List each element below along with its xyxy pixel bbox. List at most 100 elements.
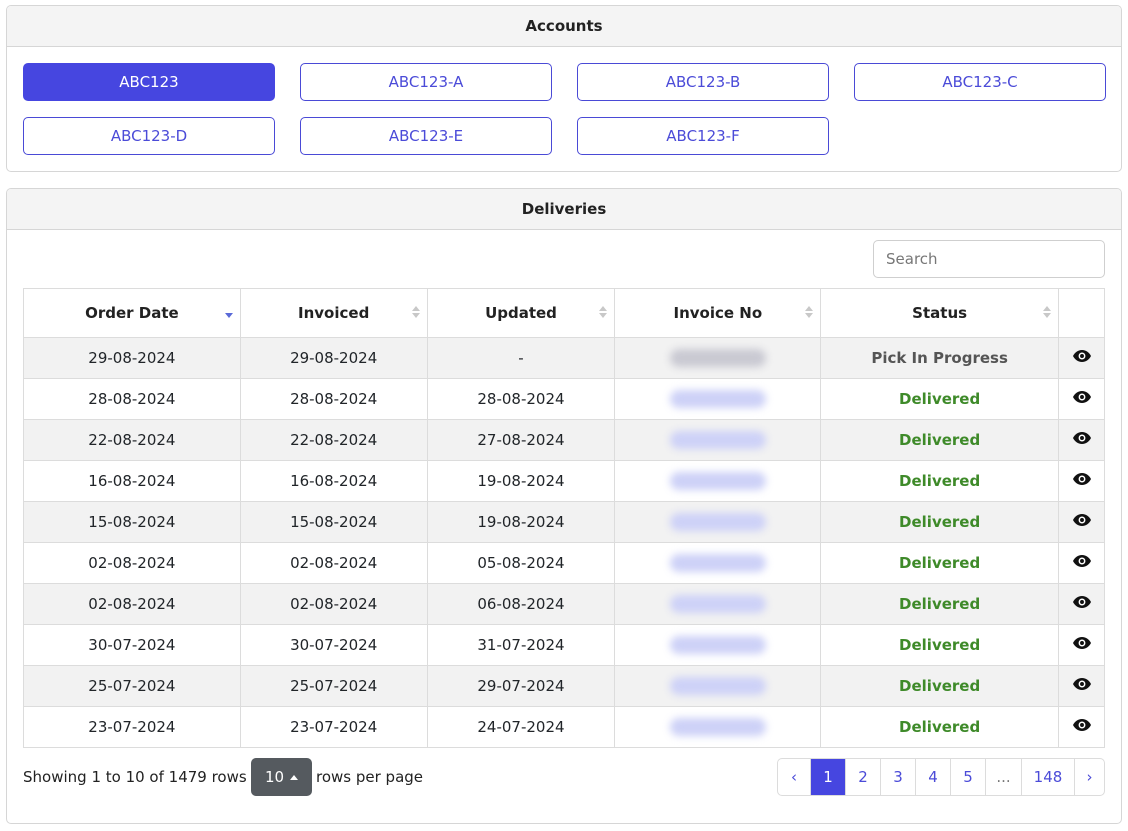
updated-cell: 24-07-2024	[426, 706, 616, 748]
action-cell	[1058, 624, 1105, 666]
page-button-3[interactable]: 3	[880, 759, 915, 795]
accounts-panel: Accounts ABC123 ABC123-A ABC123-B ABC123-C A…	[6, 5, 1122, 172]
account-button-abc123-b[interactable]: ABC123-B	[577, 63, 829, 101]
invoiced-cell: 30-07-2024	[239, 624, 428, 666]
sort-icon	[1043, 306, 1051, 318]
invoiced-cell: 29-08-2024	[239, 337, 428, 379]
invoiced-cell: 16-08-2024	[239, 460, 428, 502]
column-header-invoice-no[interactable]: Invoice No	[614, 288, 822, 338]
redacted-invoice-number[interactable]	[669, 595, 766, 614]
order-date-cell: 15-08-2024	[23, 501, 241, 543]
page-button-4[interactable]: 4	[915, 759, 950, 795]
order-date-cell: 25-07-2024	[23, 665, 241, 707]
account-button-abc123[interactable]: ABC123	[23, 63, 275, 101]
next-page-button[interactable]: ›	[1074, 759, 1104, 795]
page-button-148[interactable]: 148	[1021, 759, 1074, 795]
table-row: 28-08-2024 28-08-2024 28-08-2024 Delivered	[23, 378, 1105, 420]
eye-icon[interactable]	[1072, 513, 1091, 531]
column-header-label: Order Date	[85, 304, 179, 322]
order-date-cell: 29-08-2024	[23, 337, 241, 379]
action-cell	[1058, 501, 1105, 543]
redacted-invoice-number[interactable]	[669, 513, 766, 532]
invoiced-cell: 28-08-2024	[239, 378, 428, 420]
search-input[interactable]	[873, 240, 1105, 278]
eye-icon[interactable]	[1072, 554, 1091, 572]
sort-icon	[411, 306, 420, 318]
eye-icon[interactable]	[1072, 595, 1091, 613]
eye-icon[interactable]	[1072, 677, 1091, 695]
status-cell: Pick In Progress	[820, 337, 1059, 379]
accounts-header: Accounts	[7, 6, 1121, 47]
eye-icon[interactable]	[1072, 636, 1091, 654]
eye-icon[interactable]	[1072, 472, 1091, 490]
column-header-label: Updated	[485, 304, 557, 322]
table-row: 30-07-2024 30-07-2024 31-07-2024 Delivered	[23, 624, 1105, 666]
account-button-abc123-f[interactable]: ABC123-F	[577, 117, 829, 155]
column-header-updated[interactable]: Updated	[426, 288, 616, 338]
table-footer: Showing 1 to 10 of 1479 rows 10 rows per…	[23, 758, 1105, 796]
updated-cell: 29-07-2024	[426, 665, 616, 707]
eye-icon[interactable]	[1072, 349, 1091, 367]
action-cell	[1058, 706, 1105, 748]
sort-icon	[805, 306, 814, 318]
order-date-cell: 23-07-2024	[23, 706, 241, 748]
account-button-abc123-d[interactable]: ABC123-D	[23, 117, 275, 155]
rows-per-page-button[interactable]: 10	[251, 758, 312, 796]
column-header-label: Invoice No	[673, 304, 763, 322]
column-header-order-date[interactable]: Order Date	[23, 288, 241, 338]
rows-per-page-label: rows per page	[316, 768, 424, 786]
column-header-invoiced[interactable]: Invoiced	[239, 288, 428, 338]
redacted-invoice-number[interactable]	[669, 636, 766, 655]
page-button-1[interactable]: 1	[810, 759, 845, 795]
updated-cell: 19-08-2024	[426, 460, 616, 502]
column-header-actions	[1058, 288, 1105, 338]
order-date-cell: 16-08-2024	[23, 460, 241, 502]
sort-icon	[224, 306, 233, 318]
eye-icon[interactable]	[1072, 718, 1091, 736]
updated-cell: 28-08-2024	[426, 378, 616, 420]
action-cell	[1058, 665, 1105, 707]
action-cell	[1058, 542, 1105, 584]
action-cell	[1058, 378, 1105, 420]
page-button-5[interactable]: 5	[950, 759, 985, 795]
redacted-invoice-number[interactable]	[669, 554, 766, 573]
table-row: 23-07-2024 23-07-2024 24-07-2024 Delivered	[23, 706, 1105, 748]
showing-rows-text: Showing 1 to 10 of 1479 rows	[23, 768, 247, 786]
column-header-label: Status	[912, 304, 968, 322]
redacted-invoice-number[interactable]	[669, 472, 766, 491]
account-button-abc123-c[interactable]: ABC123-C	[854, 63, 1106, 101]
redacted-invoice-number[interactable]	[669, 390, 766, 409]
prev-page-button[interactable]: ‹	[778, 759, 810, 795]
table-row: 29-08-2024 29-08-2024- Pick In Progress	[23, 337, 1105, 379]
status-cell: Delivered	[820, 542, 1059, 584]
column-header-status[interactable]: Status	[820, 288, 1059, 338]
status-cell: Delivered	[820, 460, 1059, 502]
invoiced-cell: 25-07-2024	[239, 665, 428, 707]
table-row: 25-07-2024 25-07-2024 29-07-2024 Delivered	[23, 665, 1105, 707]
table-body: 29-08-2024 29-08-2024- Pick In Progress 28-…	[23, 337, 1105, 748]
status-cell: Delivered	[820, 665, 1059, 707]
account-button-abc123-a[interactable]: ABC123-A	[300, 63, 552, 101]
status-cell: Delivered	[820, 501, 1059, 543]
redacted-invoice-number[interactable]	[669, 677, 766, 696]
eye-icon[interactable]	[1072, 390, 1091, 408]
invoiced-cell: 02-08-2024	[239, 583, 428, 625]
order-date-cell: 22-08-2024	[23, 419, 241, 461]
page-button-2[interactable]: 2	[845, 759, 880, 795]
invoice-no-cell	[614, 706, 822, 748]
account-button-abc123-e[interactable]: ABC123-E	[300, 117, 552, 155]
invoice-no-cell	[614, 583, 822, 625]
redacted-invoice-number[interactable]	[669, 718, 766, 737]
table-row: 02-08-2024 02-08-2024 06-08-2024 Delivered	[23, 583, 1105, 625]
invoice-no-cell	[614, 542, 822, 584]
deliveries-header: Deliveries	[7, 189, 1121, 230]
invoiced-cell: 15-08-2024	[239, 501, 428, 543]
status-cell: Delivered	[820, 378, 1059, 420]
table-row: 16-08-2024 16-08-2024 19-08-2024 Delivered	[23, 460, 1105, 502]
order-date-cell: 28-08-2024	[23, 378, 241, 420]
action-cell	[1058, 460, 1105, 502]
redacted-invoice-number[interactable]	[669, 431, 766, 450]
pagination: ‹ 1 2 3 4 5... 148 ›	[777, 758, 1105, 796]
eye-icon[interactable]	[1072, 431, 1091, 449]
table-header-row: Order Date Invoiced Updated Invoice No Statu…	[23, 288, 1105, 338]
